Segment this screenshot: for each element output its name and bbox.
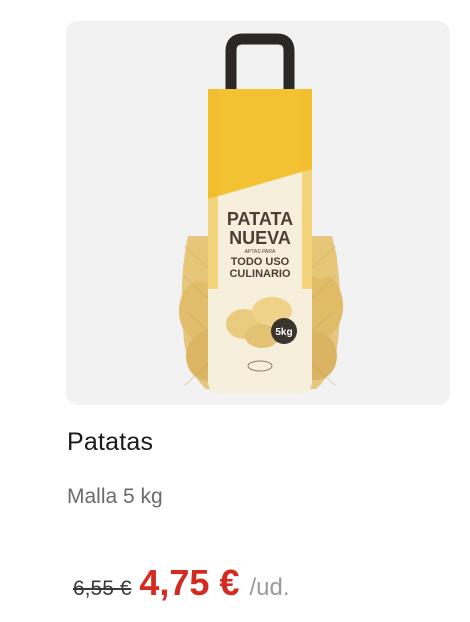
bag-text-nueva: NUEVA (229, 228, 291, 248)
product-image-container[interactable]: PATATA NUEVA APTAS PARA TODO USO CULINAR… (66, 21, 450, 405)
bag-text-patata: PATATA (227, 209, 293, 229)
potato-bag-image: PATATA NUEVA APTAS PARA TODO USO CULINAR… (179, 33, 343, 393)
current-price: 4,75 € (139, 562, 240, 603)
bag-text-weight: 5kg (275, 327, 292, 338)
product-title[interactable]: Patatas (67, 428, 153, 457)
product-description: Malla 5 kg (67, 485, 163, 508)
price-unit: /ud. (249, 574, 290, 601)
bag-text-small: APTAS PARA (245, 249, 276, 255)
bag-text-todo-uso: TODO USO (231, 256, 290, 268)
product-card[interactable]: PATATA NUEVA APTAS PARA TODO USO CULINAR… (0, 0, 470, 622)
old-price: 6,55 € (73, 577, 132, 600)
price-row: 6,55 € 4,75 € /ud. (73, 562, 290, 604)
bag-text-culinario: CULINARIO (229, 268, 291, 280)
